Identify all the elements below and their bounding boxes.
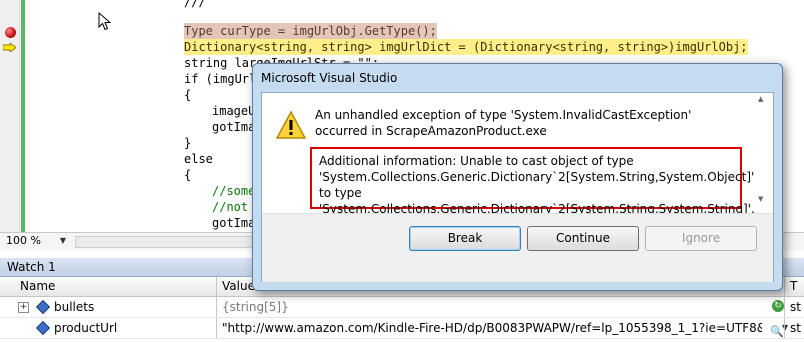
code-line[interactable]: /// <box>184 0 206 10</box>
horizontal-scrollbar[interactable] <box>75 236 257 248</box>
change-tracking-bar <box>21 0 25 232</box>
additional-info: Additional information: Unable to cast o… <box>319 154 755 216</box>
column-header-type[interactable]: T <box>784 277 804 296</box>
property-icon <box>35 299 51 315</box>
watch-type: st <box>790 300 801 314</box>
scroll-down-icon[interactable]: ▼ <box>758 195 763 203</box>
additional-info-box: Additional information: Unable to cast o… <box>310 147 755 216</box>
mouse-pointer-icon <box>98 12 111 31</box>
chevron-down-icon[interactable]: ▼ <box>782 318 788 338</box>
zoom-dropdown[interactable]: 100 % ▼ <box>6 234 66 248</box>
exception-message: An unhandled exception of type 'System.I… <box>315 108 692 138</box>
watch-value[interactable]: "http://www.amazon.com/Kindle-Fire-HD/dp… <box>222 318 762 338</box>
code-line[interactable]: gotIma <box>212 215 255 231</box>
refresh-icon[interactable]: ↻ <box>772 300 784 312</box>
code-line[interactable]: imageU <box>212 103 255 119</box>
dialog-title[interactable]: Microsoft Visual Studio <box>261 71 397 85</box>
ignore-button[interactable]: Ignore <box>645 226 757 251</box>
column-header-name[interactable]: Name <box>14 277 220 296</box>
code-line[interactable]: gotIma <box>212 119 255 135</box>
breakpoint-icon[interactable] <box>5 27 16 38</box>
code-line[interactable]: { <box>184 87 191 103</box>
watch-name[interactable]: productUrl <box>54 318 117 338</box>
break-button[interactable]: Break <box>409 226 521 251</box>
current-statement-arrow-icon <box>3 43 16 52</box>
code-line[interactable]: } <box>184 135 191 151</box>
column-divider <box>784 318 785 338</box>
watch-row[interactable]: + bullets {string[5]} ↻ st <box>0 297 804 318</box>
column-divider <box>784 297 785 317</box>
code-line-breakpoint[interactable]: Type curType = imgUrlObj.GetType(); <box>184 23 437 39</box>
column-divider <box>216 318 217 338</box>
watch-window-title: Watch 1 <box>7 260 56 274</box>
code-line[interactable]: else <box>184 151 213 167</box>
watch-name[interactable]: bullets <box>54 297 94 317</box>
exception-dialog: Microsoft Visual Studio An unhandled exc… <box>252 63 783 291</box>
watch-row[interactable]: productUrl "http://www.amazon.com/Kindle… <box>0 318 804 339</box>
code-line-current[interactable]: Dictionary<string, string> imgUrlDict = … <box>184 39 748 55</box>
code-line-comment[interactable]: //some <box>212 183 255 199</box>
scroll-up-icon[interactable]: ▲ <box>758 95 763 103</box>
indicator-margin[interactable] <box>0 0 20 232</box>
zoom-value: 100 % <box>6 234 41 247</box>
dialog-body: An unhandled exception of type 'System.I… <box>261 92 774 282</box>
code-line[interactable]: if (imgUrl <box>184 71 256 87</box>
warning-icon <box>276 111 306 139</box>
continue-button[interactable]: Continue <box>527 226 639 251</box>
dialog-button-bar: Break Continue Ignore <box>262 213 773 282</box>
watch-type: st <box>790 321 801 335</box>
column-divider <box>216 297 217 317</box>
chevron-down-icon: ▼ <box>59 236 66 245</box>
watch-value[interactable]: {string[5]} <box>222 297 289 317</box>
code-line[interactable]: { <box>184 167 191 183</box>
message-scrollbar[interactable]: ▲ ▼ <box>757 95 771 205</box>
property-icon <box>35 320 51 336</box>
expand-icon[interactable]: + <box>18 302 29 313</box>
code-line-comment[interactable]: //not <box>212 199 248 215</box>
